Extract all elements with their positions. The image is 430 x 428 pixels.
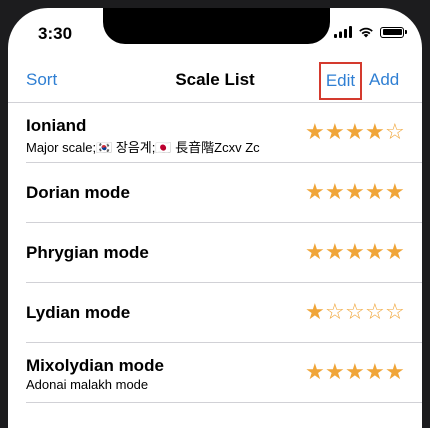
star-filled-icon[interactable]: ★: [325, 180, 345, 204]
wifi-icon: [359, 27, 373, 38]
scale-name: Phrygian mode: [26, 243, 149, 262]
star-filled-icon[interactable]: ★: [385, 180, 405, 204]
scale-name: Mixolydian mode: [26, 356, 164, 375]
list-item[interactable]: Ioniand Major scale;🇰🇷 장음계;🇯🇵 長音階Zcxv Zc…: [26, 103, 422, 163]
rating-stars: ★ ☆ ☆ ☆ ☆: [305, 300, 405, 324]
edit-button[interactable]: Edit: [319, 62, 362, 100]
star-filled-icon[interactable]: ★: [305, 120, 325, 144]
star-filled-icon[interactable]: ★: [345, 240, 365, 264]
phone-screen: 3:30 Sort Scale List Edit Add Ioniand Ma…: [8, 8, 422, 428]
star-filled-icon[interactable]: ★: [345, 120, 365, 144]
star-filled-icon[interactable]: ★: [325, 240, 345, 264]
star-filled-icon[interactable]: ★: [305, 180, 325, 204]
star-filled-icon[interactable]: ★: [365, 240, 385, 264]
scale-list: Ioniand Major scale;🇰🇷 장음계;🇯🇵 長音階Zcxv Zc…: [8, 102, 422, 403]
star-filled-icon[interactable]: ★: [365, 360, 385, 384]
scale-name: Lydian mode: [26, 303, 131, 322]
rating-stars: ★ ★ ★ ★ ★: [305, 180, 405, 204]
star-empty-icon[interactable]: ☆: [345, 300, 365, 324]
list-item[interactable]: Lydian mode ★ ☆ ☆ ☆ ☆: [26, 283, 422, 343]
star-filled-icon[interactable]: ★: [345, 360, 365, 384]
star-filled-icon[interactable]: ★: [365, 120, 385, 144]
list-item[interactable]: Dorian mode ★ ★ ★ ★ ★: [26, 163, 422, 223]
star-filled-icon[interactable]: ★: [305, 240, 325, 264]
battery-icon: [380, 26, 407, 38]
scale-subtitle: Major scale;🇰🇷 장음계;🇯🇵 長音階Zcxv Zc: [26, 140, 260, 155]
star-filled-icon[interactable]: ★: [385, 360, 405, 384]
star-empty-icon[interactable]: ☆: [365, 300, 385, 324]
star-filled-icon[interactable]: ★: [345, 180, 365, 204]
star-empty-icon[interactable]: ☆: [325, 300, 345, 324]
rating-stars: ★ ★ ★ ★ ★: [305, 240, 405, 264]
list-item[interactable]: Phrygian mode ★ ★ ★ ★ ★: [26, 223, 422, 283]
star-empty-icon[interactable]: ☆: [385, 300, 405, 324]
navigation-bar: Sort Scale List Edit Add: [8, 60, 422, 100]
star-filled-icon[interactable]: ★: [385, 240, 405, 264]
star-filled-icon[interactable]: ★: [305, 360, 325, 384]
status-icons: [334, 26, 407, 38]
scale-subtitle: Adonai malakh mode: [26, 377, 149, 392]
status-time: 3:30: [38, 24, 73, 43]
star-filled-icon[interactable]: ★: [365, 180, 385, 204]
rating-stars: ★ ★ ★ ★ ☆: [305, 120, 405, 144]
scale-name: Dorian mode: [26, 183, 130, 202]
add-button[interactable]: Add: [369, 70, 399, 90]
scale-name: Ioniand: [26, 116, 87, 135]
star-filled-icon[interactable]: ★: [305, 300, 325, 324]
rating-stars: ★ ★ ★ ★ ★: [305, 360, 405, 384]
star-empty-icon[interactable]: ☆: [385, 120, 405, 144]
notch: [103, 8, 330, 44]
list-item[interactable]: Mixolydian mode Adonai malakh mode ★ ★ ★ ★ ★: [26, 343, 422, 403]
star-filled-icon[interactable]: ★: [325, 360, 345, 384]
signal-icon: [334, 26, 352, 38]
star-filled-icon[interactable]: ★: [325, 120, 345, 144]
